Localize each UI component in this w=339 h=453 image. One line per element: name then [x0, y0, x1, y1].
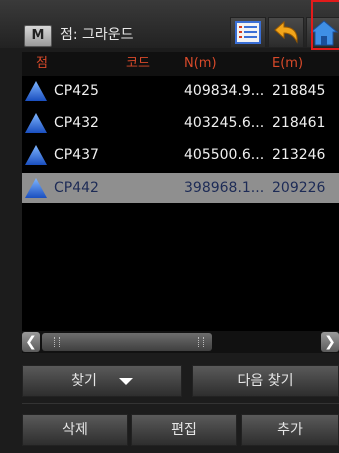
- column-header-code[interactable]: 코드: [126, 52, 150, 76]
- point-name: CP437: [54, 147, 99, 163]
- east-value: 213246: [272, 147, 326, 163]
- find-next-button[interactable]: 다음 찾기: [192, 365, 339, 397]
- point-name: CP442: [54, 180, 99, 196]
- point-name: CP425: [54, 83, 99, 99]
- point-triangle-icon: [25, 178, 47, 198]
- undo-button[interactable]: [268, 17, 304, 48]
- chevron-down-icon: [118, 377, 133, 385]
- north-value: 405500.6...: [184, 147, 265, 163]
- highlight-box: [311, 0, 339, 50]
- list-icon: [235, 21, 261, 44]
- column-header-point[interactable]: 점: [36, 52, 48, 76]
- divider: [22, 403, 339, 404]
- table-row[interactable]: CP437 405500.6... 213246: [22, 140, 339, 170]
- add-button[interactable]: 추가: [241, 414, 339, 446]
- find-label: 찾기: [71, 373, 97, 389]
- north-value: 403245.6...: [184, 115, 265, 131]
- grip-icon: [54, 337, 60, 347]
- table-row-selected[interactable]: CP442 398968.1... 209226: [22, 173, 339, 203]
- scroll-thumb[interactable]: [42, 333, 212, 351]
- north-value: 409834.9...: [184, 83, 265, 99]
- scroll-right-button[interactable]: ❯: [321, 332, 339, 352]
- list-view-button[interactable]: [230, 17, 266, 48]
- east-value: 218461: [272, 115, 326, 131]
- table-row[interactable]: CP425 409834.9... 218845: [22, 76, 339, 106]
- north-value: 398968.1...: [184, 180, 265, 196]
- edit-button[interactable]: 편집: [131, 414, 237, 446]
- table-row[interactable]: CP432 403245.6... 218461: [22, 108, 339, 138]
- column-header-east[interactable]: E(m): [272, 52, 303, 76]
- point-table: CP425 409834.9... 218845 CP432 403245.6.…: [22, 76, 339, 331]
- horizontal-scrollbar[interactable]: ❮ ❯: [22, 331, 339, 353]
- scroll-left-button[interactable]: ❮: [22, 332, 40, 352]
- east-value: 218845: [272, 83, 326, 99]
- east-value: 209226: [272, 180, 326, 196]
- column-header-north[interactable]: N(m): [184, 52, 217, 76]
- table-header: 점 코드 N(m) E(m): [22, 52, 339, 77]
- undo-arrow-icon: [274, 20, 298, 44]
- mode-button[interactable]: M: [24, 25, 52, 47]
- page-title: 점: 그라운드: [60, 27, 134, 43]
- point-triangle-icon: [25, 81, 47, 101]
- point-name: CP432: [54, 115, 99, 131]
- delete-button[interactable]: 삭제: [22, 414, 128, 446]
- title-bar: M 점: 그라운드: [0, 0, 339, 50]
- grip-icon: [198, 337, 204, 347]
- point-triangle-icon: [25, 113, 47, 133]
- point-triangle-icon: [25, 145, 47, 165]
- find-dropdown-button[interactable]: 찾기: [22, 365, 182, 397]
